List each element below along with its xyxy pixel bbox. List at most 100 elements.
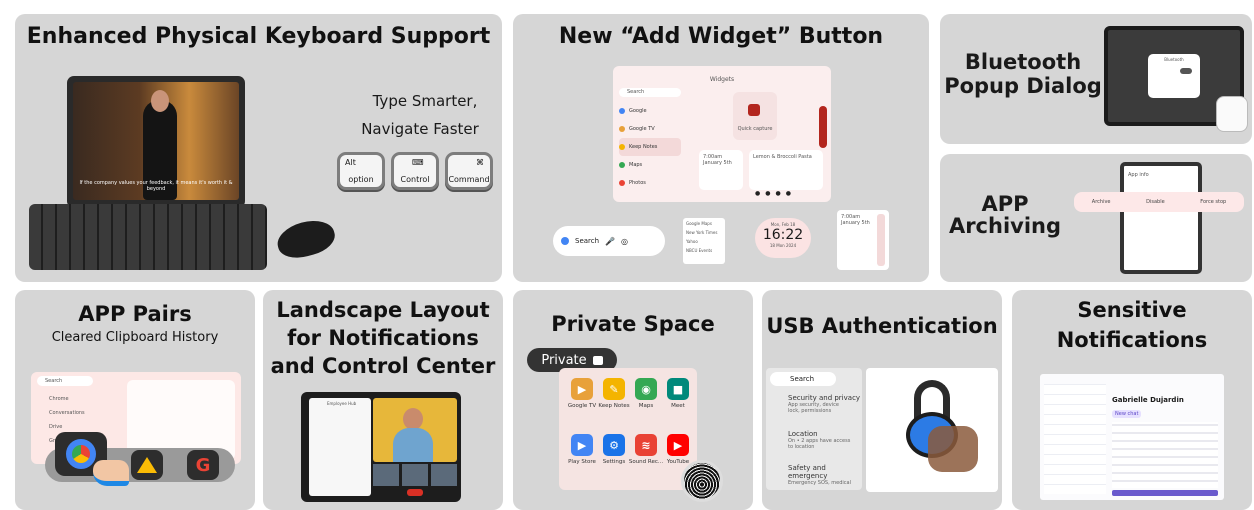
widget-sheet-title: Widgets xyxy=(709,76,735,83)
link-item: Yahoo xyxy=(686,239,698,244)
bluetooth-card: Bluetooth Popup Dialog Bluetooth xyxy=(940,14,1252,144)
pairs-subtitle: Cleared Clipboard History xyxy=(51,330,219,345)
google-g-icon xyxy=(561,237,569,245)
bluetooth-line1: Bluetooth xyxy=(964,50,1082,74)
row-sub: App security, device lock, permissions xyxy=(788,402,839,414)
app-name: Google xyxy=(629,108,647,114)
note-action-strip xyxy=(877,214,885,266)
private-app-grid: ▶ Google TV ✎ Keep Notes ◉ Maps ■ Meet ▶… xyxy=(559,368,697,490)
chat-messages xyxy=(1112,422,1218,488)
sensitive-line1: Sensitive xyxy=(1077,298,1187,322)
widget-app-googletv[interactable]: Google TV xyxy=(619,120,681,138)
drive-logo xyxy=(137,457,157,473)
chat-badge: New chat xyxy=(1112,410,1142,418)
widget-search-placeholder: Search xyxy=(627,89,645,95)
clock-sub: 18 Mon 2024 xyxy=(769,243,797,248)
control-key-bottom: Control xyxy=(400,175,430,184)
app-info-title: App info xyxy=(1128,172,1149,178)
mic-icon: 🎤 xyxy=(605,236,616,246)
keyboard-title: Enhanced Physical Keyboard Support xyxy=(26,24,491,49)
archiving-line2: Archiving xyxy=(948,214,1062,238)
app-name: Maps xyxy=(629,162,643,168)
keyboard-tagline-1: Type Smarter, xyxy=(372,92,478,110)
list-widget[interactable]: Lemon & Broccoli Pasta xyxy=(749,150,823,190)
force-stop-button[interactable]: Force stop xyxy=(1200,199,1226,205)
pairs-row[interactable]: Chrome xyxy=(49,396,69,402)
bluetooth-dialog-title: Bluetooth xyxy=(1164,57,1184,62)
chat-contact-name: Gabrielle Dujardin xyxy=(1112,396,1184,404)
link-item: Google Maps xyxy=(686,221,712,226)
maps-icon xyxy=(619,162,625,168)
maps-icon[interactable]: ◉ xyxy=(635,378,657,400)
control-key: ⌨ Control xyxy=(391,152,439,190)
row-sub: On • 2 apps have access to location xyxy=(788,438,851,450)
page-dots: ●●●● xyxy=(755,190,796,197)
settings-icon[interactable]: ⚙ xyxy=(603,434,625,456)
employee-hub-header: Employee Hub xyxy=(327,401,357,406)
stage-photo: If the company values your feedback, it … xyxy=(73,82,239,200)
bluetooth-toggle[interactable] xyxy=(1180,68,1192,74)
widget-app-google[interactable]: Google xyxy=(619,102,681,120)
play-store-icon[interactable]: ▶ xyxy=(571,434,593,456)
private-title: Private Space xyxy=(551,312,715,336)
usb-card: USB Authentication Search Security and p… xyxy=(762,290,1002,510)
widget-app-photos[interactable]: Photos xyxy=(619,174,681,192)
search-pill-widget[interactable]: Search 🎤 ◎ xyxy=(553,226,665,256)
usb-search-label: Search xyxy=(790,375,815,383)
quick-capture-widget[interactable]: Quick capture xyxy=(733,92,777,140)
security-row[interactable]: Security and privacy App security, devic… xyxy=(788,394,860,414)
widget-title: New “Add Widget” Button xyxy=(558,24,884,49)
drive-icon[interactable] xyxy=(131,450,163,480)
alt-key-bottom: option xyxy=(348,175,374,184)
private-badge-label: Private xyxy=(541,352,587,368)
row-title: Location xyxy=(788,430,818,438)
widget-app-maps[interactable]: Maps xyxy=(619,156,681,174)
pairs-row[interactable]: Drive xyxy=(49,424,62,430)
earbuds-image xyxy=(1216,96,1248,132)
meet-icon[interactable]: ■ xyxy=(667,378,689,400)
location-row[interactable]: Location On • 2 apps have access to loca… xyxy=(788,430,852,450)
caller-body xyxy=(393,428,433,462)
tablet-image: If the company values your feedback, it … xyxy=(67,76,245,208)
google-app-icon[interactable]: G xyxy=(187,450,219,480)
youtube-icon[interactable]: ▶ xyxy=(667,434,689,456)
landscape-tablet: Employee Hub xyxy=(301,392,461,502)
end-call-button[interactable] xyxy=(407,489,423,496)
tv-icon xyxy=(619,126,625,132)
links-widget[interactable]: Google Maps New York Times Yahoo NBCU Ev… xyxy=(683,218,725,264)
sound-recorder-icon[interactable]: ≋ xyxy=(635,434,657,456)
bluetooth-line2: Popup Dialog xyxy=(944,74,1102,98)
keyboard-image xyxy=(29,204,267,270)
google-tv-icon[interactable]: ▶ xyxy=(571,378,593,400)
widget-app-keep[interactable]: Keep Notes xyxy=(619,138,681,156)
video-caption: If the company values your feedback, it … xyxy=(79,180,233,192)
disable-button[interactable]: Disable xyxy=(1146,199,1165,205)
chat-input-bar[interactable] xyxy=(1112,490,1218,496)
google-icon xyxy=(619,108,625,114)
clock-widget[interactable]: Mon, Feb 18 16:22 18 Mon 2024 xyxy=(755,218,811,258)
note-preview-widget[interactable]: 7:00am January 5th xyxy=(837,210,889,270)
video-call-main xyxy=(373,398,457,462)
app-label: Meet xyxy=(671,403,685,409)
add-widget-button[interactable] xyxy=(819,106,827,148)
pairs-title: APP Pairs xyxy=(78,302,192,326)
widget-card: New “Add Widget” Button Widgets Search G… xyxy=(513,14,929,282)
note-date: 7:00am January 5th xyxy=(703,154,732,166)
add-icon xyxy=(748,104,760,116)
chat-screen: Gabrielle Dujardin New chat xyxy=(1040,374,1224,500)
archiving-line1: APP xyxy=(981,192,1029,216)
keep-notes-icon[interactable]: ✎ xyxy=(603,378,625,400)
note-widget[interactable]: 7:00am January 5th xyxy=(699,150,743,190)
link-item: NBCU Events xyxy=(686,248,713,253)
archive-button[interactable]: Archive xyxy=(1092,199,1111,205)
usb-search[interactable]: Search xyxy=(770,372,836,386)
pairs-row[interactable]: Conversations xyxy=(49,410,85,416)
safety-row[interactable]: Safety and emergency Emergency SOS, medi… xyxy=(788,464,862,486)
link-item: New York Times xyxy=(686,230,718,235)
usb-settings-panel: Search Security and privacy App security… xyxy=(766,368,862,490)
app-name: Keep Notes xyxy=(629,144,658,150)
row-sub: Emergency SOS, medical xyxy=(788,480,851,486)
lens-icon: ◎ xyxy=(621,236,629,246)
archiving-tablet: App info xyxy=(1120,162,1202,274)
alt-key-top: Alt xyxy=(345,158,356,167)
